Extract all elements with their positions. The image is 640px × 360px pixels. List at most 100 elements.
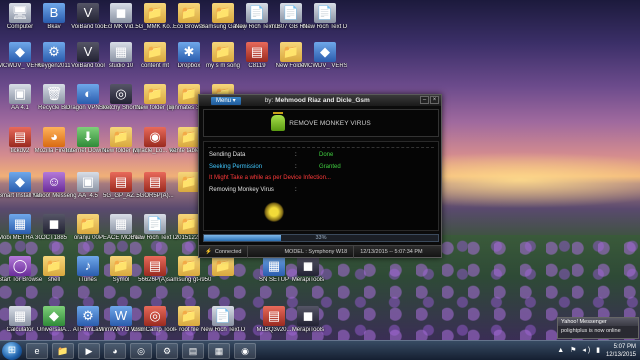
desktop-icon-label: MerapiTools (291, 277, 325, 283)
minimize-icon[interactable]: – (420, 96, 429, 104)
desktop-icon-image: ⬇ (77, 127, 99, 147)
notification-body: polightplus is now online (561, 328, 621, 334)
log-panel: Sending Data: Done Seeking Permission: Gran… (203, 141, 439, 231)
taskbar-app-button[interactable]: e (26, 342, 48, 359)
desktop-icon-image: ▦ (263, 256, 285, 276)
desktop-icon-image: 📁 (212, 42, 234, 62)
desktop-icon-image: 📁 (178, 172, 200, 192)
desktop-icon-image: 🖥 (9, 3, 31, 23)
desktop-icon-image: 📁 (110, 127, 132, 147)
desktop-icon-image: ▦ (110, 42, 132, 62)
desktop-icon[interactable]: ◆MCWDV_ VERSION (303, 42, 347, 70)
desktop-icon-image: 📁 (144, 42, 166, 62)
log-row-key: It Might Take a while as per Device Infe… (209, 175, 331, 181)
desktop-icon-image: ⚙ (77, 306, 99, 326)
desktop-icon-image: ⚙ (43, 42, 65, 62)
desktop-icon-image: ◕ (43, 127, 65, 147)
taskbar-app-button[interactable]: ▦ (208, 342, 230, 359)
log-row-colon: : (295, 152, 297, 158)
desktop-icon-image: ▦ (9, 306, 31, 326)
desktop-icon-image: 📁 (110, 256, 132, 276)
desktop-icon-image: 📁 (43, 256, 65, 276)
desktop-icon-image: ☺ (43, 172, 65, 192)
desktop-icon-image: ▤ (144, 256, 166, 276)
desktop-icon-image: ◼ (110, 3, 132, 23)
desktop-icon-image: 📄 (280, 3, 302, 23)
desktop-icon-label: samsung gt-i9500 (167, 277, 211, 283)
desktop-icon-image: ▤ (246, 42, 268, 62)
author-names: Mehmood Riaz and Dicle_Gsm (275, 97, 370, 104)
desktop-icon[interactable]: 📁 (201, 256, 245, 277)
clock-time: 5:07 PM (613, 344, 636, 350)
desktop-icon-image: 📁 (178, 306, 200, 326)
status-datetime: 12/13/2015 -- 5:07:34 PM (360, 248, 423, 255)
taskbar-app-button[interactable]: ◎ (130, 342, 152, 359)
desktop-icon-image: 🗑 (43, 84, 65, 104)
desktop-icon-image: 📁 (144, 3, 166, 23)
taskbar-app-button[interactable]: 📁 (52, 342, 74, 359)
progress-bar: 33% (203, 234, 439, 242)
messenger-notification[interactable]: Yahoo! Messenger polightplus is now onli… (557, 317, 639, 339)
menu-button[interactable]: Menu ▾ (211, 96, 241, 105)
log-separator (208, 147, 434, 148)
desktop-icon-image: B (43, 3, 65, 23)
desktop-icon-image: ▤ (263, 306, 285, 326)
taskbar-app-button[interactable]: ◉ (234, 342, 256, 359)
desktop-icon[interactable]: ◼ MerapiTools (286, 306, 330, 334)
desktop-icon-image: V (77, 3, 99, 23)
log-row-colon: : (295, 187, 297, 193)
desktop-icon[interactable]: 📄New Rich Text Do... (303, 3, 347, 31)
desktop-icon-label: MerapiTools (291, 327, 325, 333)
desktop-icon-label: 5GOR5P(A)... (136, 193, 174, 199)
desktop-icon-image: ◉ (144, 127, 166, 147)
desktop-icon-image: 📄 (314, 3, 336, 23)
desktop-icon-image: 📄 (212, 306, 234, 326)
log-row-value: Granted (319, 164, 341, 170)
desktop-icon-image: 📁 (178, 3, 200, 23)
notification-title: Yahoo! Messenger (558, 318, 638, 326)
desktop-icon-image: V (77, 42, 99, 62)
desktop-icon-image: ◐ (77, 84, 99, 104)
app-banner: REMOVE MONKEY VIRUS (203, 109, 439, 137)
status-bar: ⚡ Connected MODEL : Symphony W18 12/13/20… (199, 245, 441, 258)
desktop-icon-image: 📁 (212, 256, 234, 276)
system-tray-icons[interactable]: ▲ ⚑ ◂) ▮ (557, 346, 602, 354)
desktop-icon-image: ▤ (9, 127, 31, 147)
desktop-icon-image: ◼ (43, 214, 65, 234)
log-row: It Might Take a while as per Device Infe… (209, 175, 355, 181)
device-model: MODEL : Symphony W18 (278, 245, 355, 258)
clock-date: 12/13/2015 (605, 352, 636, 358)
desktop-icon[interactable]: ◼ MerapiTools (286, 256, 330, 284)
log-row-key: Sending Data (209, 152, 246, 158)
desktop-icon-image: ◯ (9, 256, 31, 276)
desktop-icon-image: ▣ (77, 172, 99, 192)
start-button[interactable]: ⊞ (2, 341, 22, 360)
desktop-icon-label: MCWDV_ VERSION (303, 63, 347, 69)
desktop-icon-image: 📁 (178, 256, 200, 276)
clock[interactable]: 5:07 PM 12/13/2015 (606, 343, 636, 359)
taskbar-app-button[interactable]: ◕ (104, 342, 126, 359)
connection-label: Connected (214, 248, 242, 255)
desktop-icon-image: 📁 (280, 42, 302, 62)
mouse-cursor-highlight (264, 202, 284, 222)
android-icon (271, 112, 286, 131)
window-titlebar[interactable]: Menu ▾ by: Mehmood Riaz and Dicle_Gsm – … (199, 95, 441, 106)
desktop-icon-image: ◆ (314, 42, 336, 62)
desktop-icon[interactable]: 📄New Rich Text Doc... (201, 306, 245, 334)
desktop-icon-label: New Rich Text Do... (303, 24, 347, 30)
close-icon[interactable]: × (430, 96, 439, 104)
desktop-icon-label: New Rich Text Doc... (201, 327, 245, 333)
remove-monkey-virus-window[interactable]: Menu ▾ by: Mehmood Riaz and Dicle_Gsm – … (198, 94, 442, 258)
desktop-icon-image: 📁 (178, 214, 200, 234)
log-row: Removing Monkey Virus: (209, 187, 319, 193)
banner-title: REMOVE MONKEY VIRUS (289, 119, 371, 127)
desktop-icon-image: ▤ (110, 172, 132, 192)
desktop-icon-image: 📁 (77, 214, 99, 234)
taskbar: ⊞ e 📁 ▶ ◕ ◎ ⚙ ▤ ▦ ◉ ▲ ⚑ ◂) ▮ 5:07 PM 12/13/2015 (0, 340, 640, 360)
taskbar-app-button[interactable]: ⚙ (156, 342, 178, 359)
taskbar-app-button[interactable]: ▤ (182, 342, 204, 359)
desktop-icon-image: 📁 (144, 84, 166, 104)
desktop-icon-image: ◎ (110, 84, 132, 104)
log-row-colon: : (295, 164, 297, 170)
taskbar-app-button[interactable]: ▶ (78, 342, 100, 359)
